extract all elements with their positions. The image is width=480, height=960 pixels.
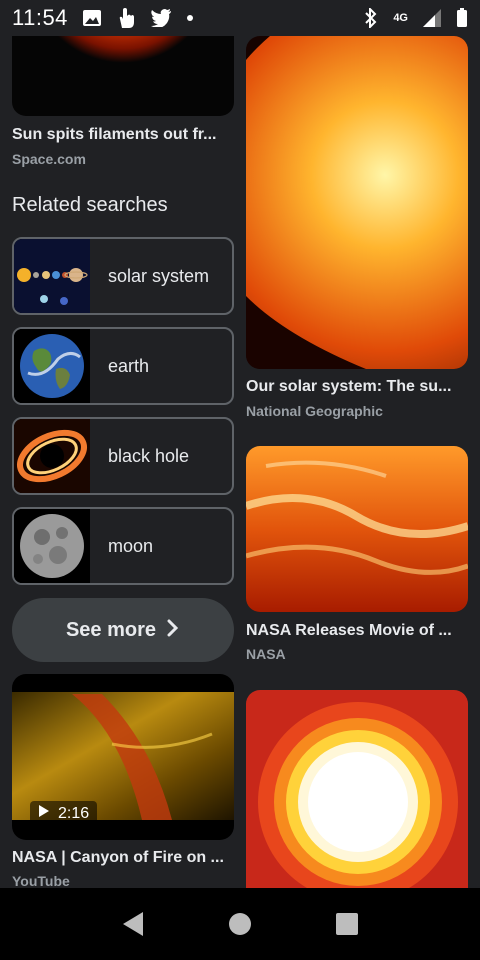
network-label: 4G: [393, 11, 408, 24]
result-title[interactable]: Sun spits filaments out fr...: [12, 126, 234, 144]
video-duration: 2:16: [58, 804, 90, 822]
solar-system-thumbnail: [14, 239, 90, 313]
status-icons-right: 4G: [363, 8, 468, 28]
result-source: Space.com: [12, 151, 86, 167]
sun-filaments-image: [12, 36, 234, 116]
twitter-icon: [150, 9, 172, 27]
related-search-solar-system[interactable]: solar system: [12, 237, 234, 315]
dot-icon: [186, 14, 194, 22]
image-icon: [82, 9, 102, 27]
sun-illustration-image: [246, 690, 468, 888]
home-icon[interactable]: [220, 904, 260, 944]
result-source: National Geographic: [246, 403, 383, 419]
play-icon: [38, 804, 50, 823]
hand-icon: [116, 7, 136, 29]
related-search-label: moon: [108, 535, 154, 556]
see-more-button[interactable]: See more: [12, 598, 234, 662]
system-navigation-bar: [0, 888, 480, 960]
related-search-black-hole[interactable]: black hole: [12, 417, 234, 495]
related-search-label: solar system: [108, 265, 210, 286]
moon-thumbnail: [14, 509, 90, 583]
related-search-earth[interactable]: earth: [12, 327, 234, 405]
battery-icon: [456, 8, 468, 28]
status-bar: 11:54 4G: [0, 0, 480, 36]
result-image-solar-system-sun[interactable]: [246, 36, 468, 369]
result-source: YouTube: [12, 873, 70, 888]
result-source: NASA: [246, 646, 286, 662]
video-duration-badge: 2:16: [30, 801, 98, 826]
chevron-right-icon: [166, 618, 180, 643]
black-hole-thumbnail: [14, 419, 90, 493]
bluetooth-icon: [363, 8, 379, 28]
back-icon[interactable]: [113, 904, 153, 944]
result-video-canyon-of-fire[interactable]: 2:16: [12, 674, 234, 840]
result-title[interactable]: NASA | Canyon of Fire on ...: [12, 849, 234, 867]
result-title[interactable]: NASA Releases Movie of ...: [246, 622, 468, 640]
related-searches-heading: Related searches: [12, 194, 168, 216]
result-title[interactable]: Our solar system: The su...: [246, 378, 468, 396]
earth-thumbnail: [14, 329, 90, 403]
result-image-sun-illustration[interactable]: [246, 690, 468, 888]
image-results: Sun spits filaments out fr... Space.com …: [0, 36, 480, 888]
status-time: 11:54: [12, 5, 68, 30]
related-search-label: black hole: [108, 445, 190, 466]
solar-surface-image: [246, 446, 468, 612]
see-more-label: See more: [65, 618, 157, 641]
result-image-sun-filaments[interactable]: [12, 36, 234, 116]
sun-flare-image: [246, 36, 468, 369]
status-icons-left: [82, 7, 194, 29]
related-search-label: earth: [108, 355, 150, 376]
signal-icon: [422, 8, 442, 28]
recents-icon[interactable]: [327, 904, 367, 944]
related-search-moon[interactable]: moon: [12, 507, 234, 585]
network-4g-icon: 4G: [393, 11, 408, 24]
result-image-nasa-movie[interactable]: [246, 446, 468, 612]
